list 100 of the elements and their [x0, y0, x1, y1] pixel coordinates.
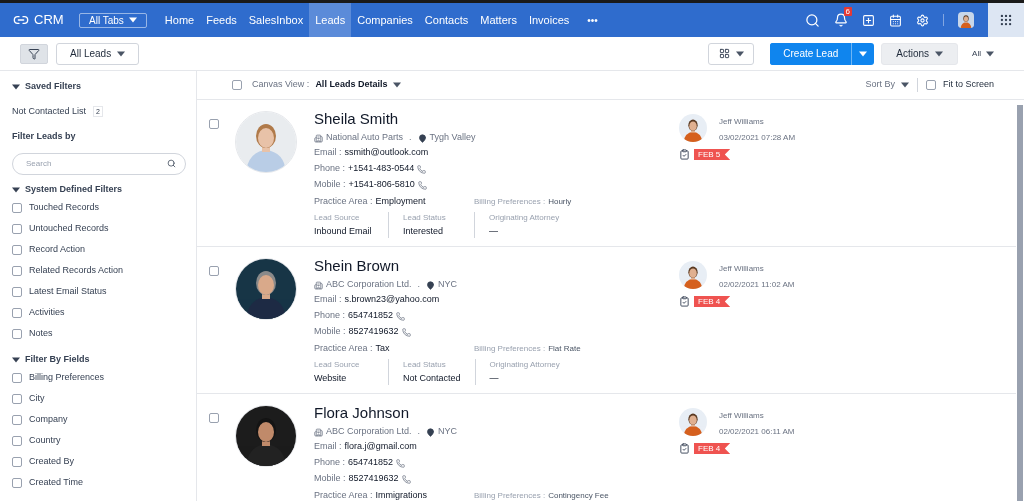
phone-icon[interactable]	[401, 474, 411, 484]
caret-icon	[393, 82, 402, 88]
stat-label: Lead Status	[403, 359, 447, 371]
phone-icon[interactable]	[417, 164, 427, 174]
section-title[interactable]: Saved Filters	[25, 80, 82, 94]
location-pin-icon	[417, 133, 427, 143]
nav-tab[interactable]: Companies	[351, 3, 419, 37]
checkbox[interactable]	[12, 415, 22, 425]
canvas-view-dropdown[interactable]: All Leads Details	[315, 78, 402, 92]
field-value: Contingency Fee	[548, 490, 609, 501]
city-name: NYC	[438, 425, 458, 439]
filter-toggle-button[interactable]	[20, 43, 48, 64]
checkbox[interactable]	[12, 373, 22, 383]
nav-tab[interactable]: Contacts	[418, 3, 475, 37]
checkbox[interactable]	[12, 203, 22, 213]
nav-tab[interactable]: Home	[158, 3, 201, 37]
field-value: Flat Rate	[548, 343, 581, 355]
apps-grid-button[interactable]	[988, 3, 1024, 37]
checkbox[interactable]	[12, 478, 22, 488]
filter-option[interactable]: Company	[29, 413, 68, 427]
filter-option[interactable]: Activities	[29, 306, 65, 320]
checkbox[interactable]	[925, 80, 936, 90]
saved-filter[interactable]: Not Contacted List	[12, 104, 87, 118]
field-value: +1541-806-5810	[348, 178, 415, 192]
task-icon[interactable]	[679, 149, 690, 160]
checkbox[interactable]	[12, 394, 22, 404]
phone-icon[interactable]	[417, 180, 427, 190]
company-name: ABC Corporation Ltd.	[326, 425, 412, 439]
filter-option[interactable]: Record Action	[29, 243, 86, 257]
search-icon[interactable]	[805, 12, 820, 28]
due-date-ribbon: FEB 4	[694, 443, 731, 454]
task-icon[interactable]	[679, 443, 690, 454]
lead-name[interactable]: Sheila Smith	[314, 110, 674, 128]
nav-tab[interactable]: Matters	[474, 3, 523, 37]
add-note-icon[interactable]	[862, 13, 875, 27]
checkbox[interactable]	[12, 224, 22, 234]
filter-option[interactable]: Related Records Action	[29, 264, 124, 278]
calendar-icon[interactable]	[889, 13, 902, 27]
separator-dot: .	[409, 131, 412, 145]
layout-dropdown[interactable]	[708, 42, 755, 65]
checkbox[interactable]	[12, 245, 22, 255]
checkbox[interactable]	[12, 308, 22, 318]
lead-name[interactable]: Shein Brown	[314, 257, 674, 275]
actions-dropdown[interactable]: Actions	[881, 42, 959, 65]
field-label: Phone :	[314, 309, 346, 323]
due-date-ribbon: FEB 5	[694, 149, 731, 160]
fit-to-screen-label[interactable]: Fit to Screen	[942, 78, 994, 92]
apps-grid-icon[interactable]	[999, 13, 1013, 27]
bell-icon[interactable]	[834, 13, 848, 27]
phone-icon[interactable]	[401, 327, 411, 337]
filter-option[interactable]: Created By	[29, 455, 75, 469]
caret-icon[interactable]	[12, 357, 20, 363]
checkbox[interactable]	[12, 266, 22, 276]
filter-option[interactable]: Untouched Records	[29, 222, 109, 236]
checkbox[interactable]	[12, 436, 22, 446]
view-dropdown[interactable]: All Leads	[56, 42, 140, 65]
separator-dot: .	[417, 278, 421, 292]
phone-icon[interactable]	[396, 458, 406, 468]
search-icon[interactable]	[167, 158, 176, 168]
phone-icon[interactable]	[396, 311, 406, 321]
field-label: Practice Area :	[314, 489, 373, 501]
sort-by-dropdown[interactable]: Sort By	[865, 78, 909, 92]
checkbox[interactable]	[12, 329, 22, 339]
checkbox[interactable]	[209, 119, 219, 129]
filter-icon[interactable]	[28, 47, 40, 60]
search-field[interactable]: Search	[12, 152, 186, 175]
section-title[interactable]: System Defined Filters	[25, 183, 123, 197]
stat-label: Lead Status	[403, 212, 447, 224]
stat-value: Interested	[403, 225, 445, 238]
scope-dropdown[interactable]: All	[972, 47, 994, 60]
all-tabs-dropdown[interactable]: All Tabs	[79, 12, 147, 28]
filter-option[interactable]: Touched Records	[29, 201, 100, 215]
more-tabs[interactable]: •••	[587, 12, 598, 28]
section-title[interactable]: Filter By Fields	[25, 353, 90, 367]
task-icon[interactable]	[679, 296, 690, 307]
filter-option[interactable]: Latest Email Status	[29, 285, 107, 299]
select-all-checkbox[interactable]	[232, 80, 242, 90]
checkbox[interactable]	[209, 266, 219, 276]
filter-option[interactable]: Created Time	[29, 476, 84, 490]
stat-value: —	[489, 225, 499, 238]
filter-option[interactable]: Notes	[29, 327, 53, 341]
nav-tab[interactable]: Invoices	[522, 3, 576, 37]
scrollbar[interactable]	[1017, 105, 1023, 501]
filter-option[interactable]: City	[29, 392, 45, 406]
settings-icon[interactable]	[916, 13, 929, 27]
caret-icon	[986, 50, 994, 57]
checkbox[interactable]	[209, 413, 219, 423]
nav-tab[interactable]: SalesInbox	[242, 3, 310, 37]
caret-icon[interactable]	[12, 187, 20, 193]
checkbox[interactable]	[12, 287, 22, 297]
nav-tab[interactable]: Feeds	[200, 3, 243, 37]
location-pin-icon	[426, 427, 436, 437]
filter-option[interactable]: Billing Preferences	[29, 371, 105, 385]
stat-label: Originating Attorney	[489, 359, 560, 371]
lead-name[interactable]: Flora Johnson	[314, 404, 674, 422]
grid-view-icon[interactable]	[718, 48, 730, 59]
field-value: 654741852	[348, 456, 394, 470]
field-label: Practice Area :	[314, 342, 373, 356]
filter-option[interactable]: Country	[29, 434, 61, 448]
checkbox[interactable]	[12, 457, 22, 467]
